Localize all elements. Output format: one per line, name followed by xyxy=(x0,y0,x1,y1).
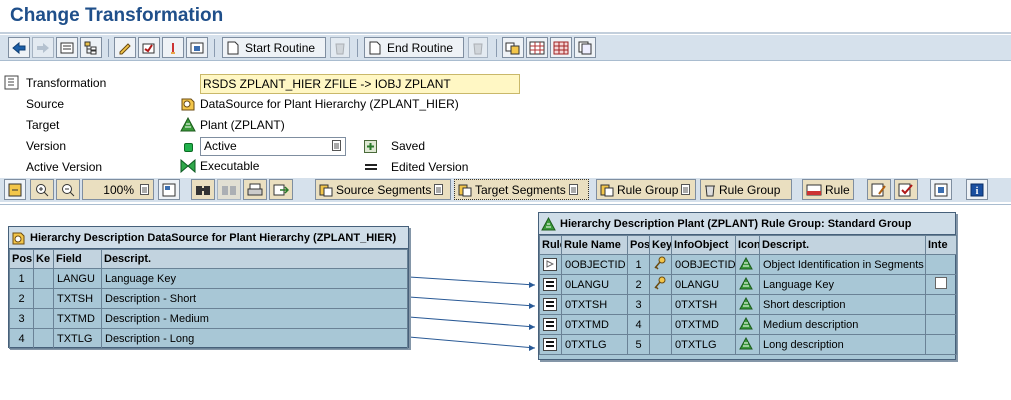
source-panel[interactable]: Hierarchy Description DataSource for Pla… xyxy=(8,226,409,349)
column-header[interactable]: Rule xyxy=(539,235,562,255)
infoobject-icon xyxy=(735,314,760,335)
source-panel-title: Hierarchy Description DataSource for Pla… xyxy=(9,227,408,249)
rule-direct-assignment-icon[interactable] xyxy=(539,314,562,335)
column-header[interactable]: Pos xyxy=(9,249,34,269)
column-header[interactable]: Descript. xyxy=(759,235,926,255)
source-table-header: Pos Ke Field Descript. xyxy=(9,249,408,269)
column-header[interactable]: Ke xyxy=(33,249,54,269)
source-table: Pos Ke Field Descript. 1 LANGU Language … xyxy=(9,249,408,349)
datasource-icon xyxy=(12,232,25,244)
mapping-line xyxy=(408,276,536,286)
table-row[interactable]: 1 LANGU Language Key xyxy=(9,268,408,289)
column-header[interactable]: InfoObject xyxy=(671,235,736,255)
table-row[interactable]: 3 TXTMD Description - Medium xyxy=(9,308,408,329)
mapping-line xyxy=(408,316,536,328)
rule-direct-assignment-icon[interactable] xyxy=(539,274,562,295)
infoobject-icon xyxy=(735,294,760,315)
table-row[interactable]: 4 TXTLG Description - Long xyxy=(9,328,408,349)
table-row[interactable]: 2 TXTSH Description - Short xyxy=(9,288,408,309)
key-icon xyxy=(649,274,672,295)
infoobject-icon xyxy=(735,254,760,275)
table-row[interactable]: 0LANGU 2 0LANGU Language Key xyxy=(539,274,957,295)
column-header[interactable]: Field xyxy=(53,249,102,269)
table-row[interactable]: 0TXTSH 3 0TXTSH Short description xyxy=(539,294,957,315)
column-header[interactable]: Descript. xyxy=(101,249,408,269)
rule-direct-assignment-icon[interactable] xyxy=(539,294,562,315)
target-table: Rule Rule Name Pos Key InfoObject Icon D… xyxy=(539,235,957,355)
column-header[interactable]: Inte xyxy=(925,235,957,255)
target-panel[interactable]: Hierarchy Description Plant (ZPLANT) Rul… xyxy=(538,212,957,360)
infoobject-icon xyxy=(541,216,556,230)
column-header[interactable]: Icon xyxy=(735,235,760,255)
table-row[interactable]: 0OBJECTID 1 0OBJECTID Object Identificat… xyxy=(539,254,957,275)
infoobject-icon xyxy=(735,274,760,295)
table-row[interactable]: 0TXTMD 4 0TXTMD Medium description xyxy=(539,314,957,335)
rule-direct-assignment-icon[interactable] xyxy=(539,334,562,355)
table-row[interactable]: 0TXTLG 5 0TXTLG Long description xyxy=(539,334,957,355)
target-panel-title: Hierarchy Description Plant (ZPLANT) Rul… xyxy=(539,213,955,235)
column-header[interactable]: Pos xyxy=(627,235,650,255)
mapping-line xyxy=(408,296,536,307)
key-icon xyxy=(649,254,672,275)
intermediate-checkbox[interactable] xyxy=(925,274,957,295)
rule-no-update-icon[interactable] xyxy=(539,254,562,275)
target-table-header: Rule Rule Name Pos Key InfoObject Icon D… xyxy=(539,235,957,255)
mapping-line xyxy=(408,336,536,349)
column-header[interactable]: Key xyxy=(649,235,672,255)
infoobject-icon xyxy=(735,334,760,355)
column-header[interactable]: Rule Name xyxy=(561,235,628,255)
